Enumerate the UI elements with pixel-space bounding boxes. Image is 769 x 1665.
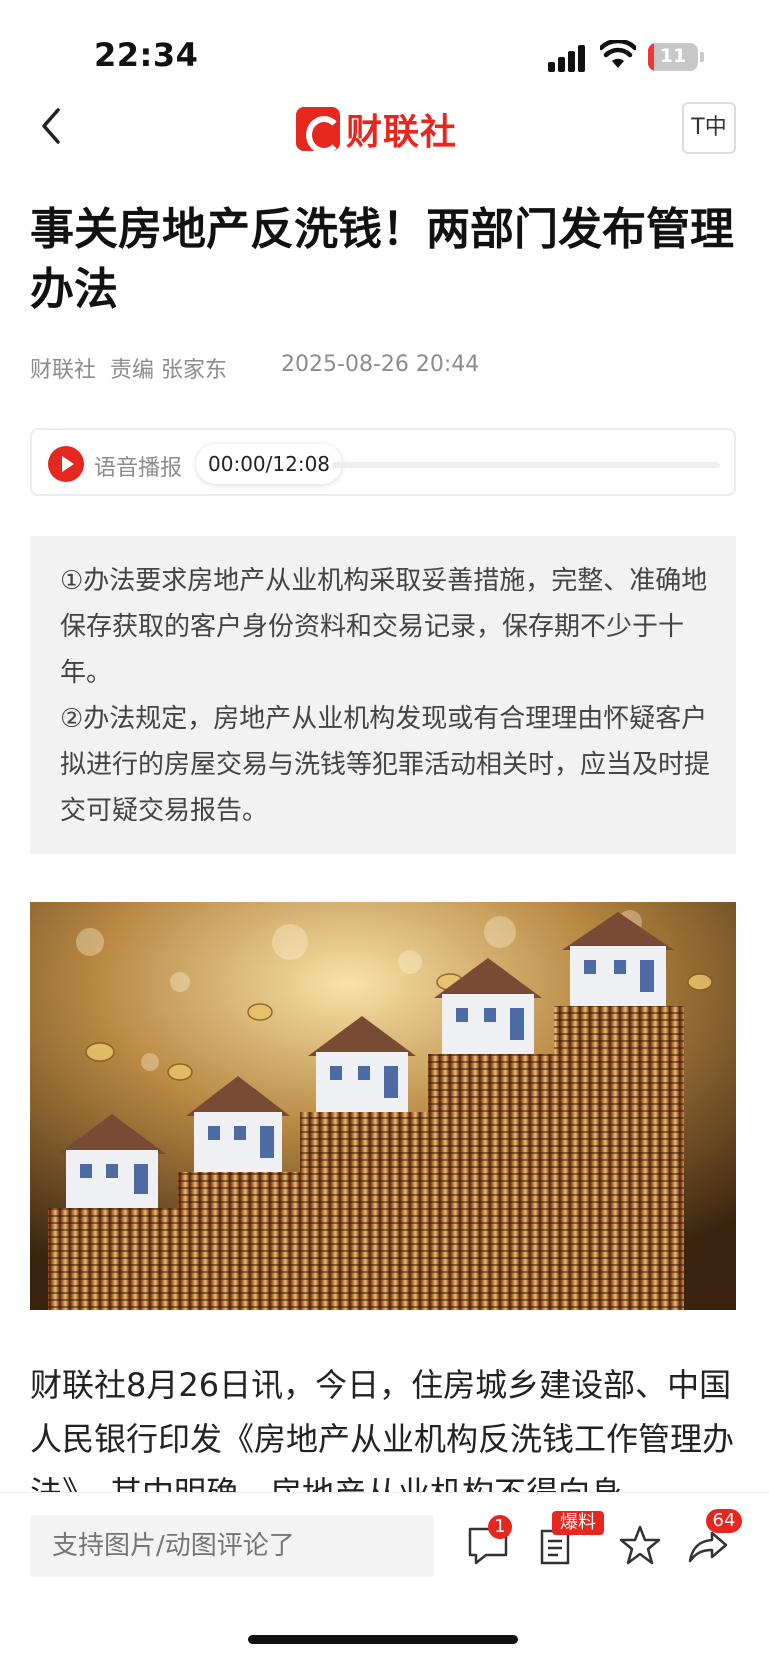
audio-time[interactable]: 00:00/12:08: [196, 444, 343, 484]
article-title: 事关房地产反洗钱！两部门发布管理办法: [30, 204, 734, 315]
audio-progress-track[interactable]: [332, 462, 720, 468]
cellular-signal-icon: [548, 42, 588, 72]
battery-level: 11: [659, 45, 687, 67]
article-summary: ①办法要求房地产从业机构采取妥善措施，完整、准确地保存获取的客户身份资料和交易记…: [30, 536, 736, 854]
status-time: 22:34: [94, 36, 199, 74]
summary-point: ②办法规定，房地产从业机构发现或有合理理由怀疑客户拟进行的房屋交易与洗钱等犯罪活…: [60, 704, 711, 826]
summary-point: ①办法要求房地产从业机构采取妥善措施，完整、准确地保存获取的客户身份资料和交易记…: [60, 566, 708, 688]
article-date: 2025-08-26 20:44: [281, 352, 480, 377]
play-icon[interactable]: [48, 446, 84, 482]
logo-text: 财联社: [346, 112, 458, 153]
audio-label: 语音播报: [94, 456, 183, 481]
audio-player: 语音播报 00:00/12:08: [30, 428, 736, 496]
wifi-icon: [600, 40, 636, 68]
star-icon[interactable]: [610, 1515, 670, 1575]
report-badge: 爆料: [552, 1511, 604, 1535]
article-meta: 财联社 责编 张家东 2025-08-26 20:44: [30, 352, 493, 384]
battery-icon: 11: [648, 43, 698, 71]
comment-count-badge: 1: [488, 1515, 512, 1539]
home-indicator: [248, 1635, 518, 1644]
chevron-left-icon[interactable]: [34, 102, 74, 152]
battery-tip: [700, 52, 704, 62]
bottom-bar: 1 爆料 64: [0, 1492, 769, 1665]
status-bar: 22:34 11: [0, 0, 769, 100]
app-logo: 财联社: [296, 106, 458, 154]
comment-input[interactable]: [30, 1515, 434, 1577]
share-count-badge: 64: [706, 1509, 742, 1533]
nav-bar: 财联社 T中: [0, 96, 769, 166]
hero-image: [30, 902, 736, 1310]
article-editor: 责编 张家东: [110, 358, 228, 383]
article-source: 财联社: [30, 358, 97, 383]
font-size-button[interactable]: T中: [682, 102, 736, 154]
logo-mark-icon: [296, 107, 342, 154]
